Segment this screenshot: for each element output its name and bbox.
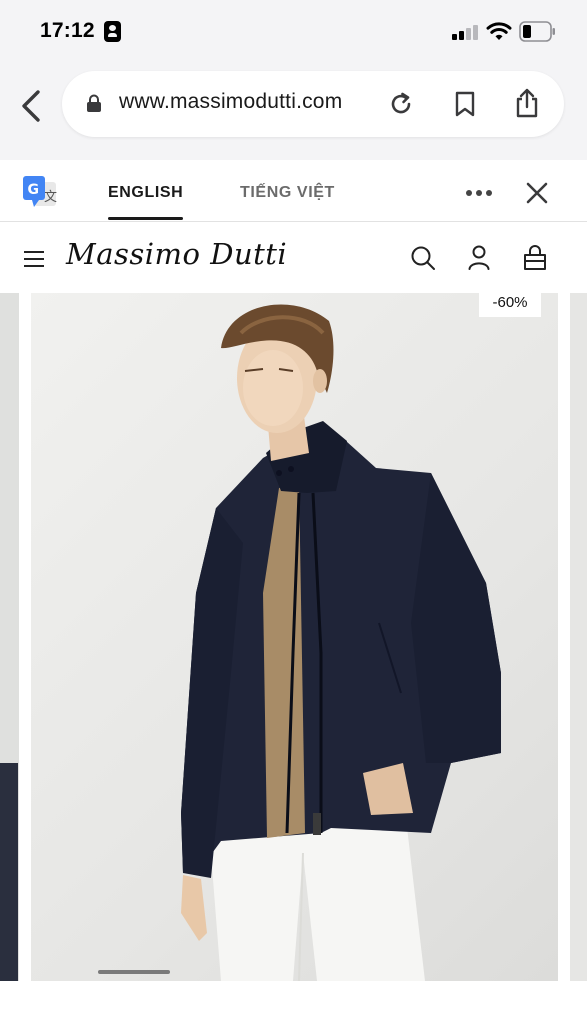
reload-icon[interactable] xyxy=(388,91,414,117)
tab-english[interactable]: ENGLISH xyxy=(108,184,183,202)
lock-icon xyxy=(87,94,101,112)
browser-toolbar: www.massimodutti.com xyxy=(0,64,587,160)
status-time: 17:12 xyxy=(40,19,95,42)
battery-icon xyxy=(519,21,555,42)
product-card[interactable]: -60% xyxy=(31,293,558,981)
product-carousel[interactable]: -60% xyxy=(0,293,587,981)
more-icon[interactable] xyxy=(466,190,492,196)
close-icon[interactable] xyxy=(526,182,548,204)
previous-product-card[interactable] xyxy=(0,293,19,981)
user-icon[interactable] xyxy=(467,244,491,270)
site-header: Massimo Dutti xyxy=(0,223,587,293)
carousel-scroll-indicator xyxy=(98,970,170,974)
tab-selected-indicator xyxy=(108,217,183,220)
address-bar[interactable]: www.massimodutti.com xyxy=(62,71,564,137)
url-text: www.massimodutti.com xyxy=(119,90,343,113)
site-logo[interactable]: Massimo Dutti xyxy=(66,237,287,271)
wifi-icon xyxy=(486,22,512,40)
status-bar: 17:12 xyxy=(0,0,587,64)
search-icon[interactable] xyxy=(410,245,436,271)
discount-badge: -60% xyxy=(479,293,541,317)
bookmark-icon[interactable] xyxy=(454,91,476,117)
signal-icon xyxy=(452,24,480,40)
svg-text:G: G xyxy=(28,182,40,198)
tab-vietnamese[interactable]: TIẾNG VIỆT xyxy=(240,184,335,202)
menu-icon[interactable] xyxy=(24,249,46,267)
next-product-card[interactable] xyxy=(570,293,587,981)
bag-icon[interactable] xyxy=(522,243,548,271)
contact-card-icon xyxy=(104,21,121,42)
svg-text:文: 文 xyxy=(44,190,57,205)
google-translate-icon[interactable]: 文 G xyxy=(22,174,58,210)
translate-bar: 文 G ENGLISH TIẾNG VIỆT xyxy=(0,160,587,222)
share-icon[interactable] xyxy=(514,88,540,118)
back-icon[interactable] xyxy=(14,86,50,126)
model-in-navy-jacket-image xyxy=(181,304,501,981)
